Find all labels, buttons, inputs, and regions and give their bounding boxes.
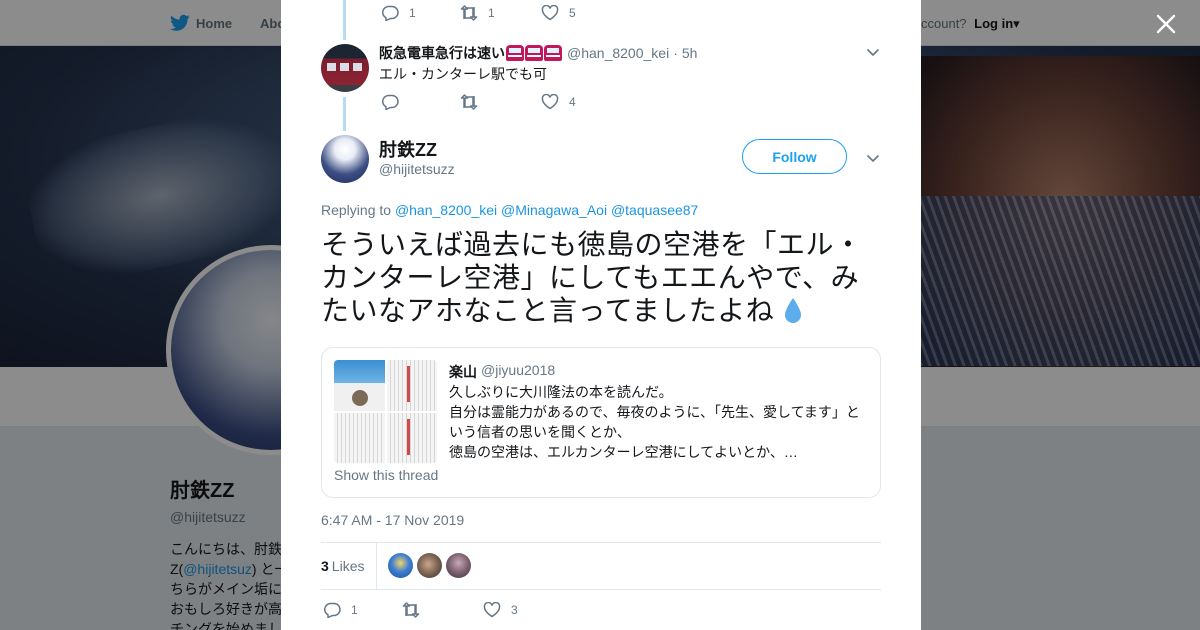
likes-count: 3 [321,558,329,574]
prev-reply-action[interactable]: 1 [381,5,416,21]
quoted-tweet-card[interactable]: 楽山 @jiyuu2018 久しぶりに大川隆法の本を読んだ。 自分は霊能力がある… [321,347,881,498]
reply-tweet-text: エル・カンターレ駅でも可 [379,66,547,82]
mention-link[interactable]: @han_8200_kei [395,202,497,218]
heart-icon [483,602,501,618]
tweet-reply-action[interactable]: 1 [323,602,358,618]
media-thumbnail [386,360,437,411]
close-button[interactable] [1154,12,1178,36]
like-count: 4 [569,95,576,109]
reply-count: 1 [351,603,358,617]
retweet-count: 1 [488,6,495,20]
prev-retweet-action[interactable]: 1 [460,5,495,21]
quoted-line: 自分は霊能力があるので、毎夜のように、「先生、愛してます」と [449,404,860,420]
prev-like-action[interactable]: 5 [541,5,576,21]
likes-stat[interactable]: 3 Likes [321,558,364,574]
retweet-icon [460,5,478,21]
retweet-icon [402,602,420,618]
like-count: 3 [511,603,518,617]
reply-author-avatar[interactable] [321,44,369,92]
droplet-icon [785,298,802,323]
train-icon [544,45,562,61]
media-thumbnail [334,360,385,411]
liker-avatar[interactable] [388,553,413,578]
heart-icon [541,5,559,21]
thread-connector [343,97,346,131]
tweet-retweet-action[interactable] [402,602,430,618]
separator-dot: · [673,45,678,61]
quoted-line: 徳島の空港は、エルカンターレ空港にしてよいとか、… [449,444,798,460]
reply-timestamp[interactable]: 5h [682,45,698,61]
reply-author-handle[interactable]: @han_8200_kei [567,45,669,61]
reply-tweet-header: 阪急電車急行は速い @han_8200_kei · 5h [379,43,697,63]
reply-icon [382,5,399,21]
reply-icon [324,602,341,618]
train-icon [506,45,524,61]
close-icon [1156,14,1176,34]
tweet-author-name[interactable]: 肘鉄ZZ [379,136,437,162]
quoted-author-name: 楽山 [449,364,477,380]
chevron-down-icon[interactable] [866,153,880,163]
liker-avatar[interactable] [417,553,442,578]
follow-button[interactable]: Follow [742,139,847,174]
tweet-author-avatar[interactable] [321,135,369,183]
tweet-timestamp[interactable]: 6:47 AM - 17 Nov 2019 [321,512,464,528]
like-count: 5 [569,6,576,20]
quoted-author-handle: @jiyuu2018 [481,362,556,378]
stats-divider [376,543,377,589]
replying-to-context: Replying to @han_8200_kei @Minagawa_Aoi … [321,202,698,218]
mention-link[interactable]: @taquasee87 [611,202,698,218]
tweet-text: そういえば過去にも徳島の空港を「エル・カンターレ空港」にしてもエエんやで、みたい… [321,228,886,327]
reply-author-name[interactable]: 阪急電車急行は速い [379,43,505,63]
quoted-line: いう信者の思いを聞くとか、 [449,424,631,440]
train-icon [525,45,543,61]
quoted-tweet-text: 久しぶりに大川隆法の本を読んだ。 自分は霊能力があるので、毎夜のように、「先生、… [449,382,874,462]
replying-to-label: Replying to [321,202,392,218]
quoted-tweet-media[interactable] [334,360,437,463]
reply-like-action[interactable]: 4 [541,94,576,110]
quoted-line: 久しぶりに大川隆法の本を読んだ。 [449,384,673,400]
chevron-down-icon[interactable] [866,47,880,57]
retweet-icon [460,94,478,110]
reply-reply-action[interactable] [381,94,409,110]
reply-icon [382,94,399,110]
likes-label: Likes [331,558,365,574]
tweet-stats-bar: 3 Likes [321,542,881,590]
show-thread-link[interactable]: Show this thread [334,467,438,483]
liker-avatar[interactable] [446,553,471,578]
heart-icon [541,94,559,110]
media-thumbnail [386,412,437,463]
thread-connector [343,0,346,40]
media-thumbnail [334,412,385,463]
mention-link[interactable]: @Minagawa_Aoi [501,202,607,218]
tweet-like-action[interactable]: 3 [483,602,518,618]
reply-retweet-action[interactable] [460,94,488,110]
tweet-author-handle[interactable]: @hijitetsuzz [379,161,455,177]
tweet-permalink-modal: 1 1 5 阪急電車急行は速い @han_8200_kei · 5h エル・カン… [281,0,921,630]
reply-count: 1 [409,6,416,20]
tweet-text-body: そういえば過去にも徳島の空港を「エル・カンターレ空港」にしてもエエんやで、みたい… [321,229,863,326]
